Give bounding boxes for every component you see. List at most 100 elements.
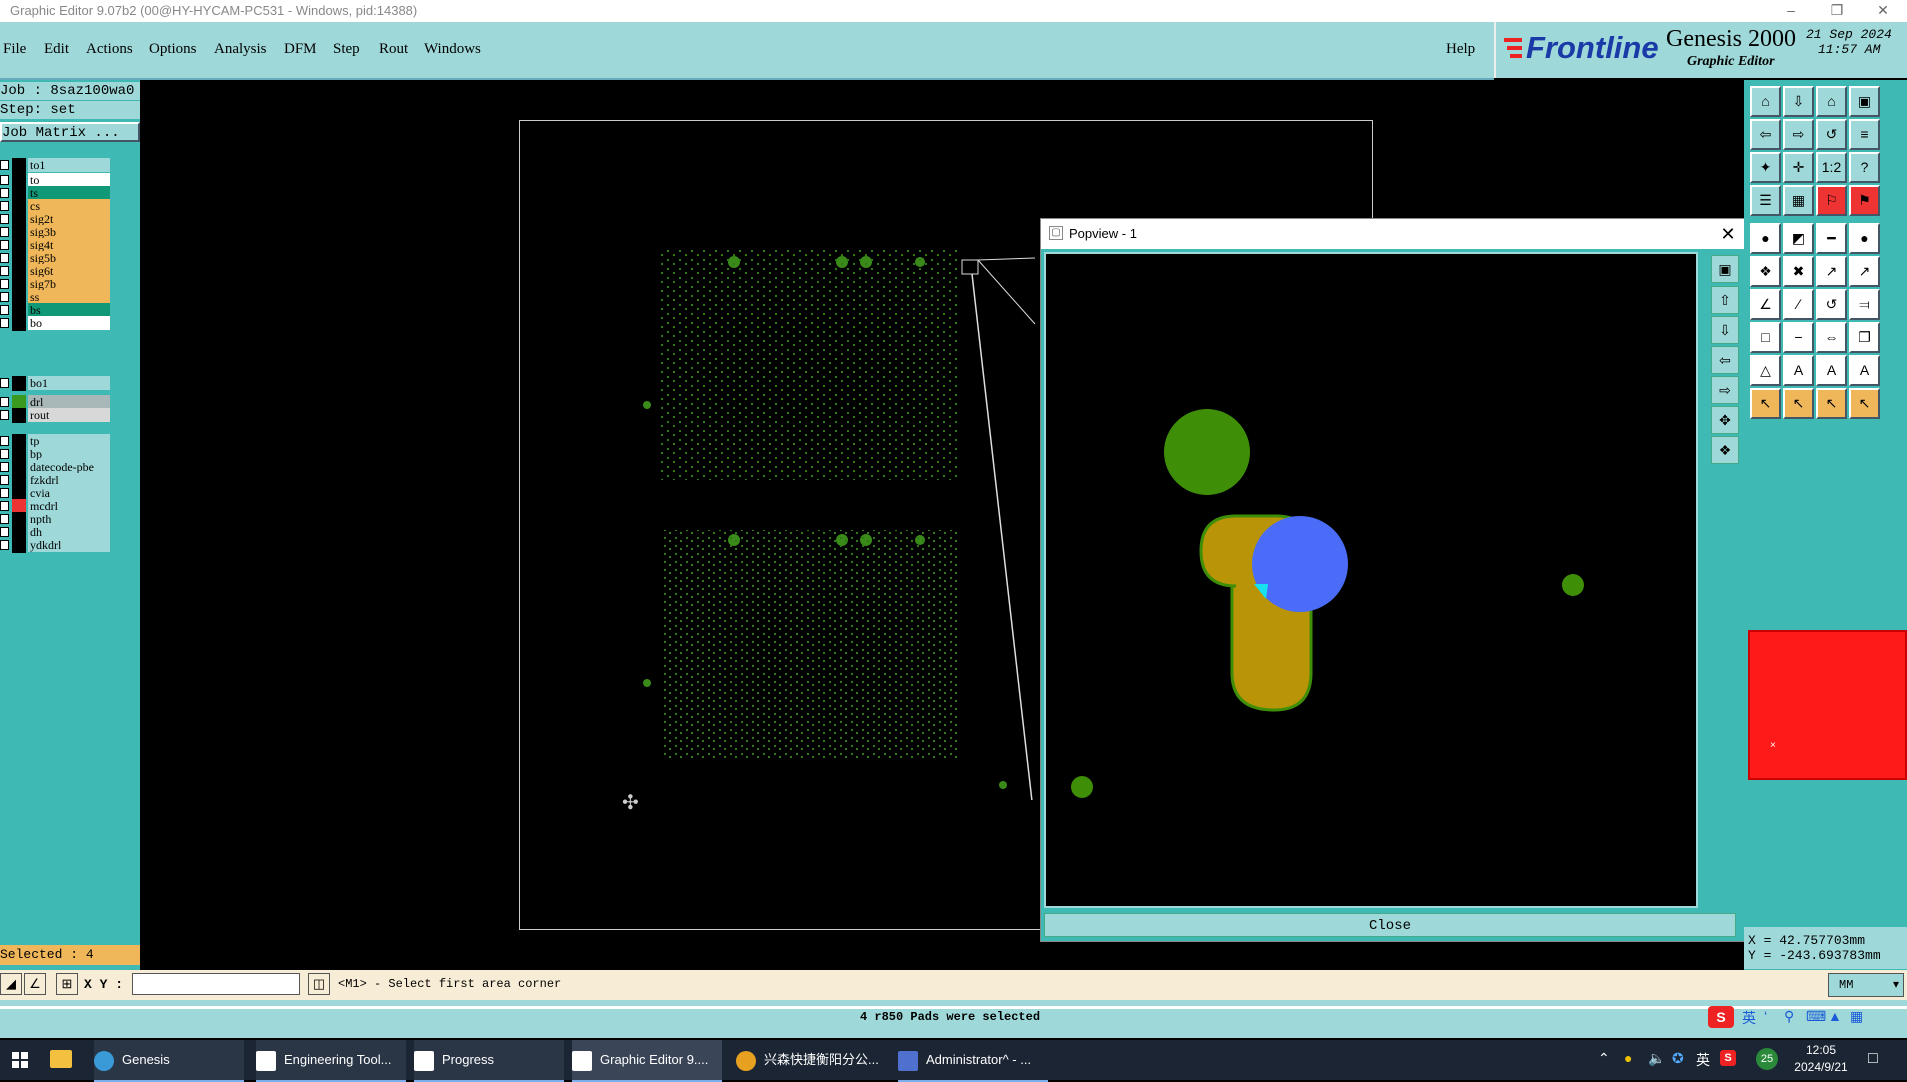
select-3-icon[interactable]: ↖ — [1816, 388, 1847, 419]
menu-dfm[interactable]: DFM — [284, 41, 317, 58]
redraw-icon[interactable]: ↺ — [1816, 119, 1847, 150]
align-icon[interactable]: ⇔ — [1816, 322, 1847, 353]
volume-icon[interactable]: 🔈 — [1648, 1050, 1665, 1067]
tray-expand-icon[interactable]: ⌃ — [1598, 1050, 1610, 1067]
menu-windows[interactable]: Windows — [424, 41, 481, 58]
xy-input[interactable] — [132, 973, 300, 995]
layer-checkbox[interactable] — [0, 410, 9, 420]
link-icon[interactable]: ❖ — [1750, 256, 1781, 287]
job-matrix-button[interactable]: Job Matrix ... — [0, 122, 140, 142]
popview-close-button[interactable]: Close — [1044, 913, 1736, 937]
layer-checkbox[interactable] — [0, 378, 9, 388]
overview-map[interactable]: × — [1748, 630, 1907, 780]
popview-zoom-in-icon[interactable]: ⇧ — [1711, 286, 1739, 314]
zoom-in-icon[interactable]: ⇩ — [1783, 86, 1814, 117]
menu-help[interactable]: Help — [1446, 41, 1475, 58]
layer-row-bo[interactable]: bo — [0, 316, 112, 331]
task-genesis[interactable]: Genesis — [94, 1040, 244, 1082]
arrow-a3-icon[interactable]: A — [1849, 355, 1880, 386]
tray-sogou-icon[interactable]: S — [1720, 1050, 1736, 1066]
ime-skin-icon[interactable]: ▲ — [1828, 1008, 1842, 1024]
layer-checkbox[interactable] — [0, 160, 9, 170]
popview-canvas[interactable] — [1044, 252, 1698, 908]
route-icon[interactable]: ⫤ — [1849, 289, 1880, 320]
layer-checkbox[interactable] — [0, 305, 9, 315]
mask-icon[interactable]: ◩ — [1783, 223, 1814, 254]
layer-checkbox[interactable] — [0, 462, 9, 472]
zoom-window-icon[interactable]: ▣ — [1849, 86, 1880, 117]
tray-app-icon[interactable]: ● — [1624, 1050, 1632, 1066]
layer-row-to1[interactable]: to1 — [0, 158, 112, 173]
menu-file[interactable]: File — [3, 41, 26, 58]
task-engineering-tool[interactable]: Engineering Tool... — [256, 1040, 406, 1082]
units-select[interactable]: MM ▾ — [1828, 973, 1904, 997]
menu-rout[interactable]: Rout — [379, 41, 408, 58]
minimize-button[interactable]: – — [1768, 0, 1814, 22]
zoom-home-icon[interactable]: ⌂ — [1750, 86, 1781, 117]
popview-zoom-home-icon[interactable]: ▣ — [1711, 255, 1739, 283]
circle-icon[interactable]: ● — [1849, 223, 1880, 254]
layer-color-swatch[interactable] — [12, 158, 26, 173]
layer-checkbox[interactable] — [0, 266, 9, 276]
layer-row-bo1[interactable]: bo1 — [0, 376, 112, 391]
layer-checkbox[interactable] — [0, 397, 9, 407]
select-2-icon[interactable]: ↖ — [1783, 388, 1814, 419]
layer-checkbox[interactable] — [0, 449, 9, 459]
file-explorer-icon[interactable] — [50, 1050, 72, 1068]
clock[interactable]: 12:05 2024/9/21 — [1786, 1042, 1856, 1076]
copy-icon[interactable]: ❐ — [1849, 322, 1880, 353]
arrow-a2-icon[interactable]: A — [1816, 355, 1847, 386]
task-wechat-group[interactable]: 兴森快捷衡阳分公... — [736, 1040, 886, 1080]
snap-red-icon[interactable]: ⚐ — [1816, 185, 1847, 216]
measure-icon[interactable]: ∠ — [24, 973, 46, 995]
ime-lang[interactable]: 英 — [1742, 1008, 1756, 1028]
layer-checkbox[interactable] — [0, 214, 9, 224]
layer-checkbox[interactable] — [0, 318, 9, 328]
ime-voice-icon[interactable]: ⚲ — [1784, 1008, 1794, 1025]
arc-icon[interactable]: ↺ — [1816, 289, 1847, 320]
grid-icon[interactable]: ⊞ — [56, 973, 78, 995]
task-progress[interactable]: Progress — [414, 1040, 564, 1082]
popview-fit-icon[interactable]: ✥ — [1711, 406, 1739, 434]
minus-icon[interactable]: − — [1783, 322, 1814, 353]
zoom-house-icon[interactable]: ⌂ — [1816, 86, 1847, 117]
pad-icon[interactable]: ● — [1750, 223, 1781, 254]
bluetooth-icon[interactable]: ✪ — [1672, 1050, 1684, 1067]
arrow-a-icon[interactable]: A — [1783, 355, 1814, 386]
toggle-view-icon[interactable]: ≡ — [1849, 119, 1880, 150]
menu-edit[interactable]: Edit — [44, 41, 69, 58]
popview-pan-left-icon[interactable]: ⇦ — [1711, 346, 1739, 374]
layer-checkbox[interactable] — [0, 527, 9, 537]
layer-checkbox[interactable] — [0, 436, 9, 446]
layer-color-swatch[interactable] — [12, 538, 26, 553]
select-4-icon[interactable]: ↖ — [1849, 388, 1880, 419]
shape-icon[interactable]: □ — [1750, 322, 1781, 353]
popview-zoom-out-icon[interactable]: ⇩ — [1711, 316, 1739, 344]
layer-checkbox[interactable] — [0, 227, 9, 237]
ruler-icon[interactable]: ━ — [1816, 223, 1847, 254]
layer-checkbox[interactable] — [0, 292, 9, 302]
layer-color-swatch[interactable] — [12, 316, 26, 331]
select-icon[interactable]: ↖ — [1750, 388, 1781, 419]
snap-icon[interactable]: ◢ — [0, 973, 22, 995]
pan-left-icon[interactable]: ⇦ — [1750, 119, 1781, 150]
ime-keyboard-icon[interactable]: ⌨ — [1806, 1008, 1826, 1025]
angle-icon[interactable]: ∠ — [1750, 289, 1781, 320]
layer-checkbox[interactable] — [0, 175, 9, 185]
layer-checkbox[interactable] — [0, 475, 9, 485]
layer-row-rout[interactable]: rout — [0, 408, 112, 423]
menu-analysis[interactable]: Analysis — [214, 41, 267, 58]
snap-red-2-icon[interactable]: ⚑ — [1849, 185, 1880, 216]
layer-checkbox[interactable] — [0, 201, 9, 211]
menu-options[interactable]: Options — [149, 41, 197, 58]
task-administrator[interactable]: Administrator^ - ... — [898, 1040, 1048, 1082]
task-graphic-editor[interactable]: Graphic Editor 9.... — [572, 1040, 722, 1082]
pan-right-icon[interactable]: ⇨ — [1783, 119, 1814, 150]
menu-step[interactable]: Step — [333, 41, 360, 58]
layer-checkbox[interactable] — [0, 514, 9, 524]
layer-color-swatch[interactable] — [12, 376, 26, 391]
layer-checkbox[interactable] — [0, 188, 9, 198]
close-window-button[interactable]: ✕ — [1860, 0, 1906, 22]
layer-checkbox[interactable] — [0, 279, 9, 289]
center-icon[interactable]: ✛ — [1783, 152, 1814, 183]
